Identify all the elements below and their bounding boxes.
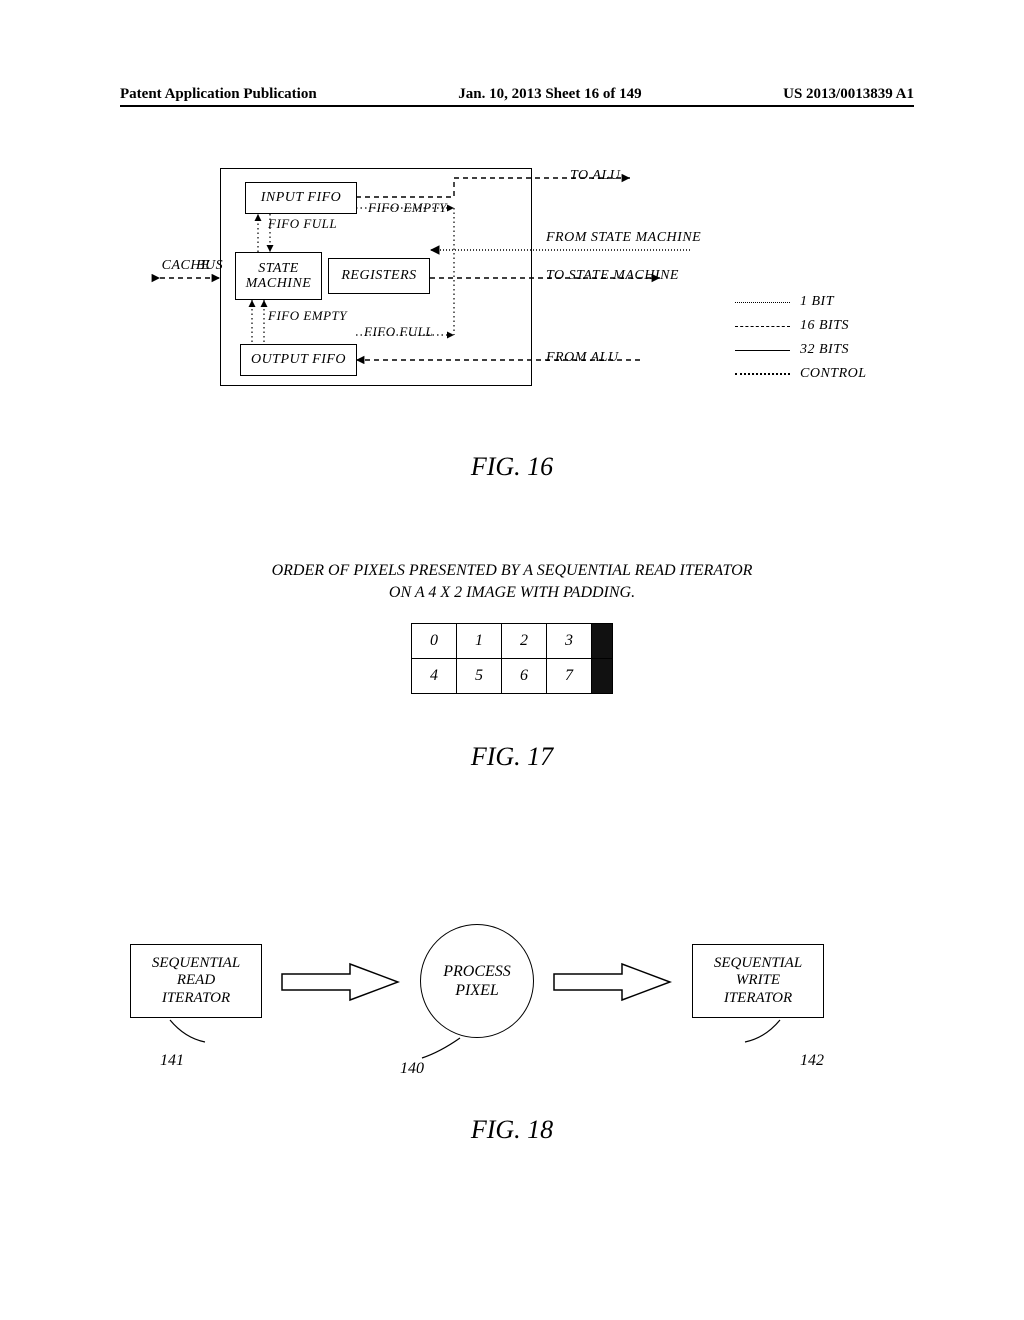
process-pixel-text: PROCESS PIXEL [443, 962, 511, 1000]
fifo-empty-top-label: FIFO EMPTY [368, 200, 447, 216]
legend-16bit-text: 16 BITS [800, 318, 849, 334]
registers-text: REGISTERS [337, 268, 420, 283]
cell-7: 7 [547, 658, 592, 693]
legend-control: CONTROL [735, 362, 900, 386]
arrow-2 [552, 962, 672, 1002]
output-fifo-text: OUTPUT FIFO [247, 352, 350, 367]
table-row: 4 5 6 7 [412, 658, 613, 693]
input-fifo-text: INPUT FIFO [257, 190, 346, 205]
header-right: US 2013/0013839 A1 [783, 86, 914, 103]
output-fifo-box: OUTPUT FIFO [240, 344, 357, 376]
legend-1bit: 1 BIT [735, 290, 900, 314]
legend: 1 BIT 16 BITS 32 BITS CONTROL [735, 290, 900, 386]
fig17-table: 0 1 2 3 4 5 6 7 [411, 623, 613, 694]
cell-2: 2 [502, 623, 547, 658]
fig17-label: FIG. 17 [0, 742, 1024, 772]
fig16-label: FIG. 16 [0, 452, 1024, 482]
page: Patent Application Publication Jan. 10, … [0, 0, 1024, 1320]
to-sm-label: TO STATE MACHINE [546, 268, 679, 284]
to-alu-label: TO ALU [570, 168, 620, 184]
ref-140: 140 [400, 1060, 424, 1078]
legend-swatch-16bit [735, 326, 790, 327]
fifo-full-bot-label: FIFO FULL [364, 324, 433, 340]
cell-pad-bot [592, 658, 613, 693]
figure-18: SEQUENTIAL READ ITERATOR PROCESS PIXEL S… [130, 940, 890, 1100]
fig18-label: FIG. 18 [0, 1115, 1024, 1145]
page-header: Patent Application Publication Jan. 10, … [120, 86, 914, 107]
fifo-full-top-label: FIFO FULL [268, 216, 337, 232]
legend-swatch-control [735, 373, 790, 375]
fig17-caption: ORDER OF PIXELS PRESENTED BY A SEQUENTIA… [0, 560, 1024, 605]
legend-swatch-32bit [735, 350, 790, 351]
figure-17: ORDER OF PIXELS PRESENTED BY A SEQUENTIA… [0, 560, 1024, 694]
legend-32bit: 32 BITS [735, 338, 900, 362]
arrow-1 [280, 962, 400, 1002]
cell-6: 6 [502, 658, 547, 693]
header-center: Jan. 10, 2013 Sheet 16 of 149 [458, 86, 641, 103]
state-machine-text: STATE MACHINE [242, 261, 316, 292]
seq-write-box: SEQUENTIAL WRITE ITERATOR [692, 944, 824, 1018]
header-left: Patent Application Publication [120, 86, 317, 103]
seq-read-text: SEQUENTIAL READ ITERATOR [152, 955, 240, 1007]
state-machine-box: STATE MACHINE [235, 252, 322, 300]
input-fifo-box: INPUT FIFO [245, 182, 357, 214]
legend-32bit-text: 32 BITS [800, 342, 849, 358]
fig17-caption-line2: ON A 4 X 2 IMAGE WITH PADDING. [389, 584, 635, 601]
process-pixel-circle: PROCESS PIXEL [420, 924, 534, 1038]
from-sm-label: FROM STATE MACHINE [546, 230, 701, 246]
fig17-caption-line1: ORDER OF PIXELS PRESENTED BY A SEQUENTIA… [272, 562, 753, 579]
fifo-empty-bot-label: FIFO EMPTY [268, 308, 347, 324]
registers-box: REGISTERS [328, 258, 430, 294]
cell-1: 1 [457, 623, 502, 658]
table-row: 0 1 2 3 [412, 623, 613, 658]
from-alu-label: FROM ALU [546, 350, 619, 366]
cell-3: 3 [547, 623, 592, 658]
ref-142: 142 [800, 1052, 824, 1070]
cell-4: 4 [412, 658, 457, 693]
cell-5: 5 [457, 658, 502, 693]
seq-write-text: SEQUENTIAL WRITE ITERATOR [714, 955, 802, 1007]
cell-0: 0 [412, 623, 457, 658]
legend-16bit: 16 BITS [735, 314, 900, 338]
cell-pad-top [592, 623, 613, 658]
ref-141: 141 [160, 1052, 184, 1070]
legend-1bit-text: 1 BIT [800, 294, 834, 310]
figure-16: CACHE BUS INPUT FIFO STATE MACHINE REGIS… [140, 160, 900, 430]
seq-read-box: SEQUENTIAL READ ITERATOR [130, 944, 262, 1018]
legend-control-text: CONTROL [800, 366, 867, 382]
legend-swatch-1bit [735, 302, 790, 303]
